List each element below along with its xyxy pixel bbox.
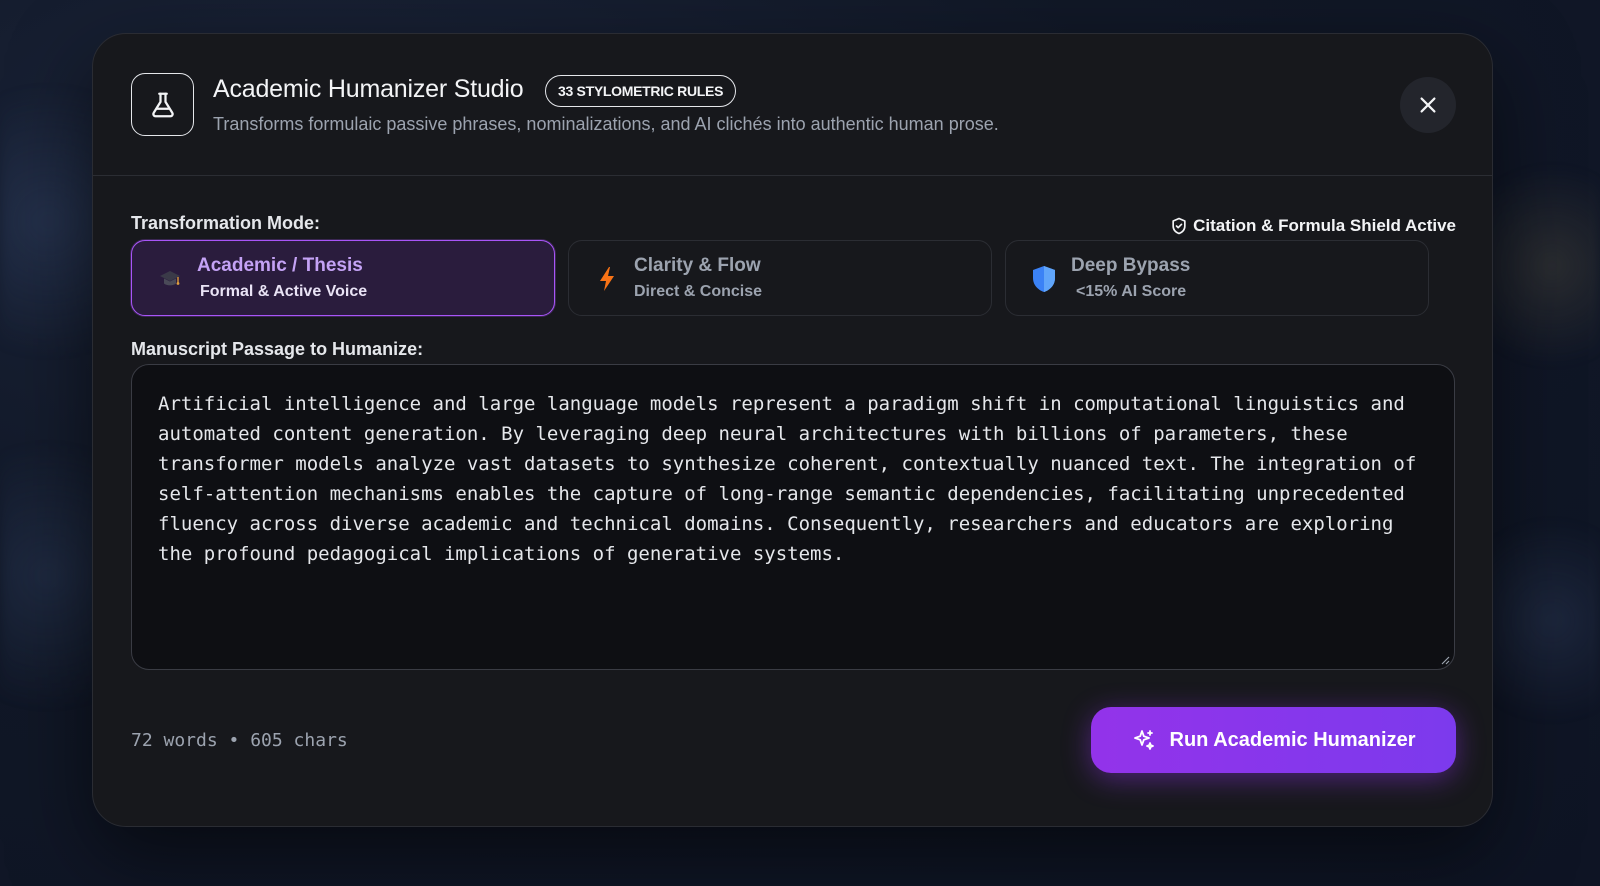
shield-status-label: Citation & Formula Shield Active	[1193, 216, 1456, 235]
sparkles-icon	[1133, 730, 1154, 750]
graduation-cap-icon	[156, 265, 184, 293]
lightning-icon	[593, 265, 621, 293]
mode-title: Academic / Thesis	[197, 255, 363, 276]
run-button-label: Run Academic Humanizer	[1169, 728, 1416, 751]
mode-subtitle: Formal & Active Voice	[200, 283, 368, 300]
manuscript-label: Manuscript Passage to Humanize:	[131, 339, 424, 359]
manuscript-input[interactable]: Artificial intelligence and large langua…	[158, 389, 1428, 645]
close-button[interactable]	[1400, 77, 1456, 133]
mode-subtitle: Direct & Concise	[634, 283, 763, 300]
shield-check-icon	[1172, 217, 1186, 235]
manuscript-input-wrapper: Artificial intelligence and large langua…	[131, 364, 1455, 670]
close-icon	[1420, 97, 1436, 113]
mode-clarity-flow[interactable]: Clarity & Flow Direct & Concise	[568, 240, 992, 316]
modal-title: Academic Humanizer Studio	[213, 75, 524, 103]
word-char-counter: 72 words • 605 chars	[131, 730, 348, 751]
mode-label: Transformation Mode:	[131, 213, 321, 233]
rules-badge: 33 STYLOMETRIC RULES	[545, 75, 737, 107]
citation-shield-status: Citation & Formula Shield Active	[1169, 216, 1456, 236]
mode-deep-bypass[interactable]: Deep Bypass <15% AI Score	[1005, 240, 1429, 316]
flask-icon	[131, 73, 194, 136]
run-humanizer-button[interactable]: Run Academic Humanizer	[1091, 707, 1456, 773]
modal-subtitle: Transforms formulaic passive phrases, no…	[213, 114, 999, 134]
humanizer-modal: Academic Humanizer Studio 33 STYLOMETRIC…	[92, 33, 1493, 827]
resize-handle-icon[interactable]	[1440, 655, 1450, 665]
mode-title: Deep Bypass	[1071, 255, 1191, 276]
mode-subtitle: <15% AI Score	[1076, 283, 1187, 300]
modal-header: Academic Humanizer Studio 33 STYLOMETRIC…	[93, 34, 1492, 176]
mode-title: Clarity & Flow	[634, 255, 761, 276]
mode-academic-thesis[interactable]: Academic / Thesis Formal & Active Voice	[131, 240, 555, 316]
shield-icon	[1030, 265, 1058, 293]
